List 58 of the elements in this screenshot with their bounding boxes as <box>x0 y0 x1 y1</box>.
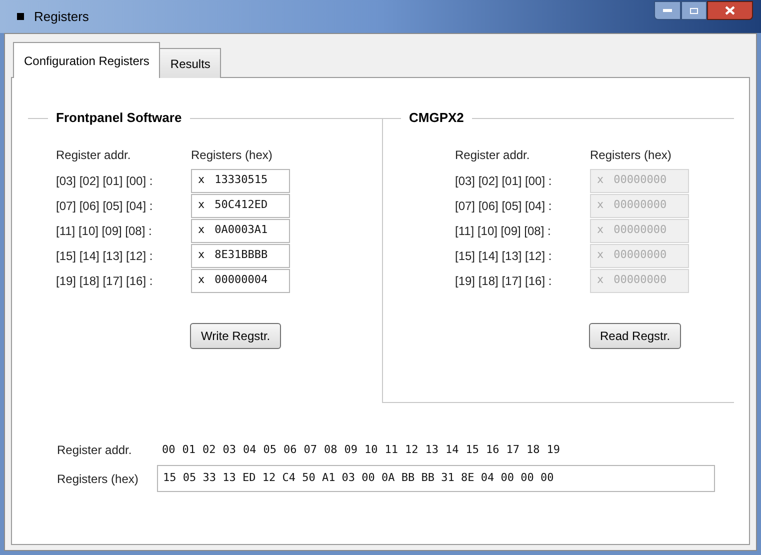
register-field[interactable]: x 8E31BBBB <box>191 244 290 268</box>
address-label: 07 <box>304 442 317 458</box>
group-title: CMGPX2 <box>408 109 465 128</box>
address-label: 00 <box>162 442 176 458</box>
address-label: 02 <box>202 442 216 458</box>
group-title: Frontpanel Software <box>55 109 183 128</box>
register-field: x 00000000 <box>590 168 689 192</box>
address-label: 04 <box>243 442 256 458</box>
hex-dump-field[interactable]: 15 05 33 13 ED 12 C4 50 A1 03 00 0A BB BB 31 8E 04 00 00 00 <box>157 465 715 492</box>
register-field: x 00000000 <box>590 244 689 268</box>
address-label: 16 <box>486 442 500 458</box>
address-label: 01 <box>182 442 196 458</box>
address-label: 03 <box>222 442 236 458</box>
address-label: 09 <box>344 442 358 458</box>
address-label: 19 <box>546 442 560 458</box>
register-address: [15] [14] [13] [12] : <box>56 248 154 264</box>
register-field[interactable]: x 13330515 <box>191 168 290 192</box>
register-field[interactable]: x 00000004 <box>191 268 290 292</box>
column-header: Register addr. <box>56 147 132 164</box>
register-field[interactable]: x 0A0003A1 <box>191 218 290 242</box>
address-row-label: Register addr. <box>57 442 133 459</box>
write-button[interactable]: Write Regstr. <box>190 323 282 349</box>
register-address: [19] [18] [17] [16] : <box>56 272 154 290</box>
register-address: [15] [14] [13] [12] : <box>455 248 553 264</box>
register-field[interactable]: x 50C412ED <box>191 194 290 218</box>
window-icon <box>17 13 24 20</box>
window-title: Registers <box>34 8 89 26</box>
column-header: Registers (hex) <box>590 147 672 164</box>
tab[interactable]: Configuration Registers <box>13 42 160 78</box>
hex-row-label: Registers (hex) <box>57 470 140 488</box>
register-field: x 00000000 <box>590 194 689 218</box>
close-icon <box>725 6 735 15</box>
minimize-button[interactable] <box>654 1 681 20</box>
tab[interactable]: Results <box>160 48 222 78</box>
column-header: Register addr. <box>455 147 531 164</box>
register-address: [07] [06] [05] [04] : <box>56 198 154 214</box>
address-label: 14 <box>446 442 459 458</box>
address-label: 12 <box>405 442 418 458</box>
address-label: 11 <box>384 442 398 458</box>
register-address: [03] [02] [01] [00] : <box>455 172 553 190</box>
register-field: x 00000000 <box>590 218 689 242</box>
address-label: 17 <box>506 442 520 458</box>
register-address: [11] [10] [09] [08] : <box>455 222 552 240</box>
column-header: Registers (hex) <box>191 147 272 164</box>
maximize-button[interactable] <box>681 1 707 20</box>
close-button[interactable] <box>707 1 753 20</box>
register-field: x 00000000 <box>590 268 689 292</box>
address-label: 06 <box>284 442 297 458</box>
register-address: [03] [02] [01] [00] : <box>56 172 154 190</box>
address-label: 10 <box>364 442 378 458</box>
register-address: [11] [10] [09] [08] : <box>56 222 153 240</box>
register-address: [19] [18] [17] [16] : <box>455 272 553 290</box>
address-label: 13 <box>425 442 438 458</box>
address-label: 05 <box>263 442 276 458</box>
register-address: [07] [06] [05] [04] : <box>455 198 553 214</box>
address-label: 15 <box>466 442 479 458</box>
address-label: 08 <box>324 442 338 458</box>
address-label: 18 <box>526 442 540 458</box>
